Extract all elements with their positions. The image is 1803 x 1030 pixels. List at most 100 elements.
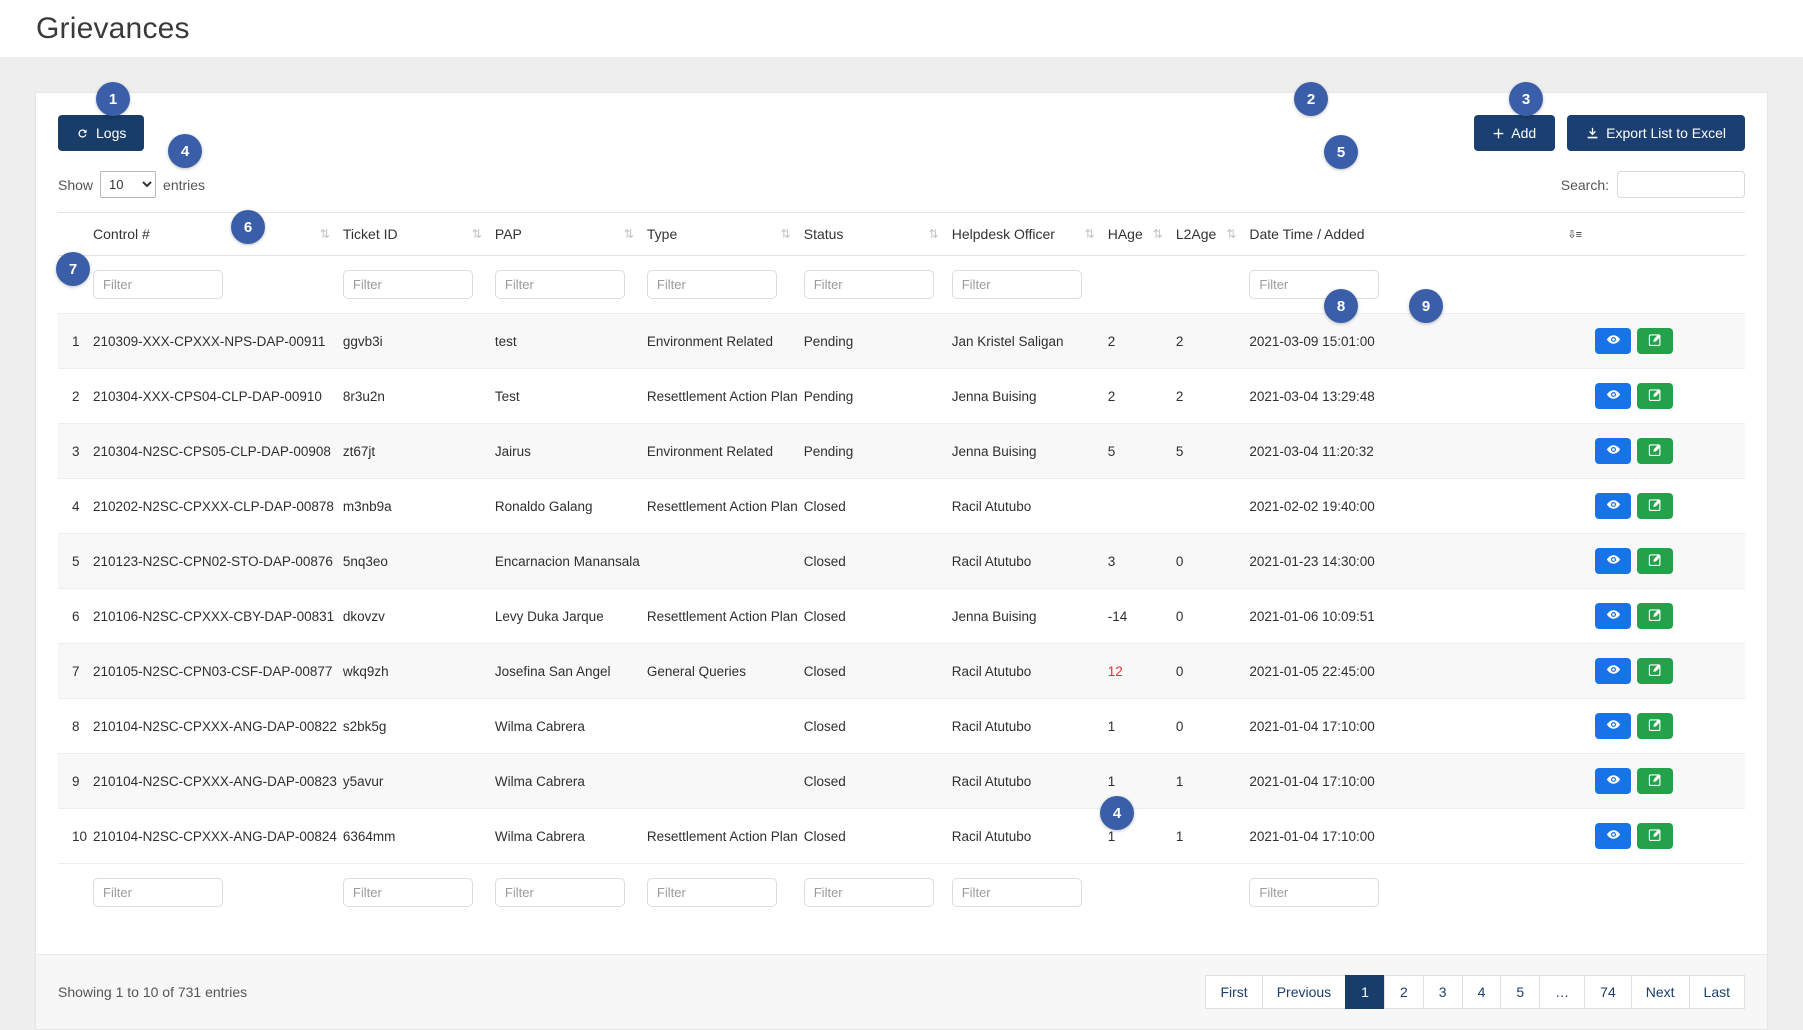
search-input[interactable] [1617, 171, 1745, 198]
cell-datetime: 2021-01-04 17:10:00 [1249, 754, 1595, 809]
column-filter-input-4[interactable] [647, 878, 777, 907]
filter-cell [343, 864, 495, 922]
view-row-button[interactable] [1595, 713, 1631, 739]
pagination-5[interactable]: 5 [1500, 975, 1539, 1009]
cell-actions [1595, 534, 1745, 589]
card-toolbar: Logs Add [36, 93, 1767, 151]
cell-type: Resettlement Action Plan [647, 589, 804, 644]
view-row-button[interactable] [1595, 328, 1631, 354]
pagination-next[interactable]: Next [1631, 975, 1689, 1009]
edit-row-button[interactable] [1637, 768, 1673, 794]
filter-cell [952, 256, 1108, 314]
view-row-button[interactable] [1595, 493, 1631, 519]
table-body: 1210309-XXX-CPXXX-NPS-DAP-00911ggvb3ites… [58, 256, 1745, 922]
pagination-1[interactable]: 1 [1345, 975, 1384, 1009]
cell-datetime: 2021-01-04 17:10:00 [1249, 809, 1595, 864]
cell-control-no: 210304-XXX-CPS04-CLP-DAP-00910 [93, 369, 343, 424]
edit-row-button[interactable] [1637, 548, 1673, 574]
logs-button[interactable]: Logs [58, 115, 144, 151]
cell-pap: Wilma Cabrera [495, 754, 647, 809]
column-header-control[interactable]: Control #⇅ [93, 213, 343, 256]
pagination-[interactable]: … [1539, 975, 1584, 1009]
view-row-button[interactable] [1595, 383, 1631, 409]
export-excel-button[interactable]: Export List to Excel [1567, 115, 1745, 151]
cell-type: Resettlement Action Plan [647, 369, 804, 424]
pagination-2[interactable]: 2 [1384, 975, 1423, 1009]
sort-both-icon[interactable]: ⇅ [624, 227, 633, 241]
sort-both-icon[interactable]: ⇅ [320, 227, 329, 241]
annotation-badge-9: 9 [1409, 289, 1443, 323]
cell-pap: Encarnacion Manansala [495, 534, 647, 589]
sort-both-icon[interactable]: ⇅ [1153, 227, 1162, 241]
sort-both-icon[interactable]: ⇅ [1085, 227, 1094, 241]
column-filter-input-9[interactable] [1249, 878, 1379, 907]
column-filter-input-9[interactable] [1249, 270, 1379, 299]
column-filter-input-6[interactable] [952, 270, 1082, 299]
sort-both-icon[interactable]: ⇅ [929, 227, 938, 241]
sort-both-icon[interactable]: ⇅ [781, 227, 790, 241]
edit-row-button[interactable] [1637, 823, 1673, 849]
column-header-type[interactable]: Type⇅ [647, 213, 804, 256]
filter-cell [647, 864, 804, 922]
table-row: 4210202-N2SC-CPXXX-CLP-DAP-00878m3nb9aRo… [58, 479, 1745, 534]
column-filter-input-1[interactable] [93, 878, 223, 907]
pagination-74[interactable]: 74 [1584, 975, 1631, 1009]
column-header-hage[interactable]: HAge⇅ [1108, 213, 1176, 256]
column-filter-input-2[interactable] [343, 878, 473, 907]
edit-row-button[interactable] [1637, 603, 1673, 629]
filter-cell-blank [1176, 864, 1250, 922]
edit-row-button[interactable] [1637, 438, 1673, 464]
edit-row-button[interactable] [1637, 383, 1673, 409]
edit-row-button[interactable] [1637, 493, 1673, 519]
row-index: 7 [58, 644, 93, 699]
cell-l2age: 0 [1176, 589, 1250, 644]
sort-both-icon[interactable]: ⇅ [1226, 227, 1235, 241]
showing-entries-info: Showing 1 to 10 of 731 entries [58, 984, 247, 1000]
cell-actions [1595, 809, 1745, 864]
sort-both-icon[interactable]: ⇅ [472, 227, 481, 241]
column-header-ticket-id[interactable]: Ticket ID⇅ [343, 213, 495, 256]
toolbar-right-actions: Add Export List to Excel [1474, 115, 1745, 151]
add-button[interactable]: Add [1474, 115, 1555, 151]
column-header-status[interactable]: Status⇅ [804, 213, 952, 256]
column-header-pap[interactable]: PAP⇅ [495, 213, 647, 256]
edit-row-button[interactable] [1637, 713, 1673, 739]
table-header-row: Control #⇅Ticket ID⇅PAP⇅Type⇅Status⇅Help… [58, 213, 1745, 256]
cell-datetime: 2021-03-04 11:20:32 [1249, 424, 1595, 479]
edit-row-button[interactable] [1637, 658, 1673, 684]
filter-cell [93, 256, 343, 314]
view-row-button[interactable] [1595, 548, 1631, 574]
edit-pencil-icon [1648, 443, 1662, 460]
column-filter-input-2[interactable] [343, 270, 473, 299]
column-header-date-time-added[interactable]: Date Time / Added⇩≡ [1249, 213, 1595, 256]
column-header-l2age[interactable]: L2Age⇅ [1176, 213, 1250, 256]
column-filter-input-1[interactable] [93, 270, 223, 299]
column-filter-input-5[interactable] [804, 878, 934, 907]
view-row-button[interactable] [1595, 658, 1631, 684]
pagination-last[interactable]: Last [1689, 975, 1745, 1009]
view-row-button[interactable] [1595, 438, 1631, 464]
cell-actions [1595, 314, 1745, 369]
filter-cell-blank [1595, 864, 1745, 922]
eye-icon [1606, 332, 1621, 350]
edit-row-button[interactable] [1637, 328, 1673, 354]
pagination-previous[interactable]: Previous [1262, 975, 1345, 1009]
sort-desc-icon[interactable]: ⇩≡ [1567, 228, 1581, 241]
column-filter-input-3[interactable] [495, 270, 625, 299]
column-filter-input-4[interactable] [647, 270, 777, 299]
view-row-button[interactable] [1595, 823, 1631, 849]
column-filter-input-3[interactable] [495, 878, 625, 907]
entries-per-page-select[interactable]: 102550100 [100, 171, 156, 198]
column-filter-input-6[interactable] [952, 878, 1082, 907]
pagination-first[interactable]: First [1205, 975, 1261, 1009]
pagination-3[interactable]: 3 [1423, 975, 1462, 1009]
pagination-4[interactable]: 4 [1462, 975, 1501, 1009]
cell-l2age: 1 [1176, 809, 1250, 864]
view-row-button[interactable] [1595, 768, 1631, 794]
cell-l2age: 0 [1176, 534, 1250, 589]
column-filter-input-5[interactable] [804, 270, 934, 299]
column-header-helpdesk-officer[interactable]: Helpdesk Officer⇅ [952, 213, 1108, 256]
history-icon [76, 127, 89, 140]
view-row-button[interactable] [1595, 603, 1631, 629]
cell-control-no: 210104-N2SC-CPXXX-ANG-DAP-00822 [93, 699, 343, 754]
